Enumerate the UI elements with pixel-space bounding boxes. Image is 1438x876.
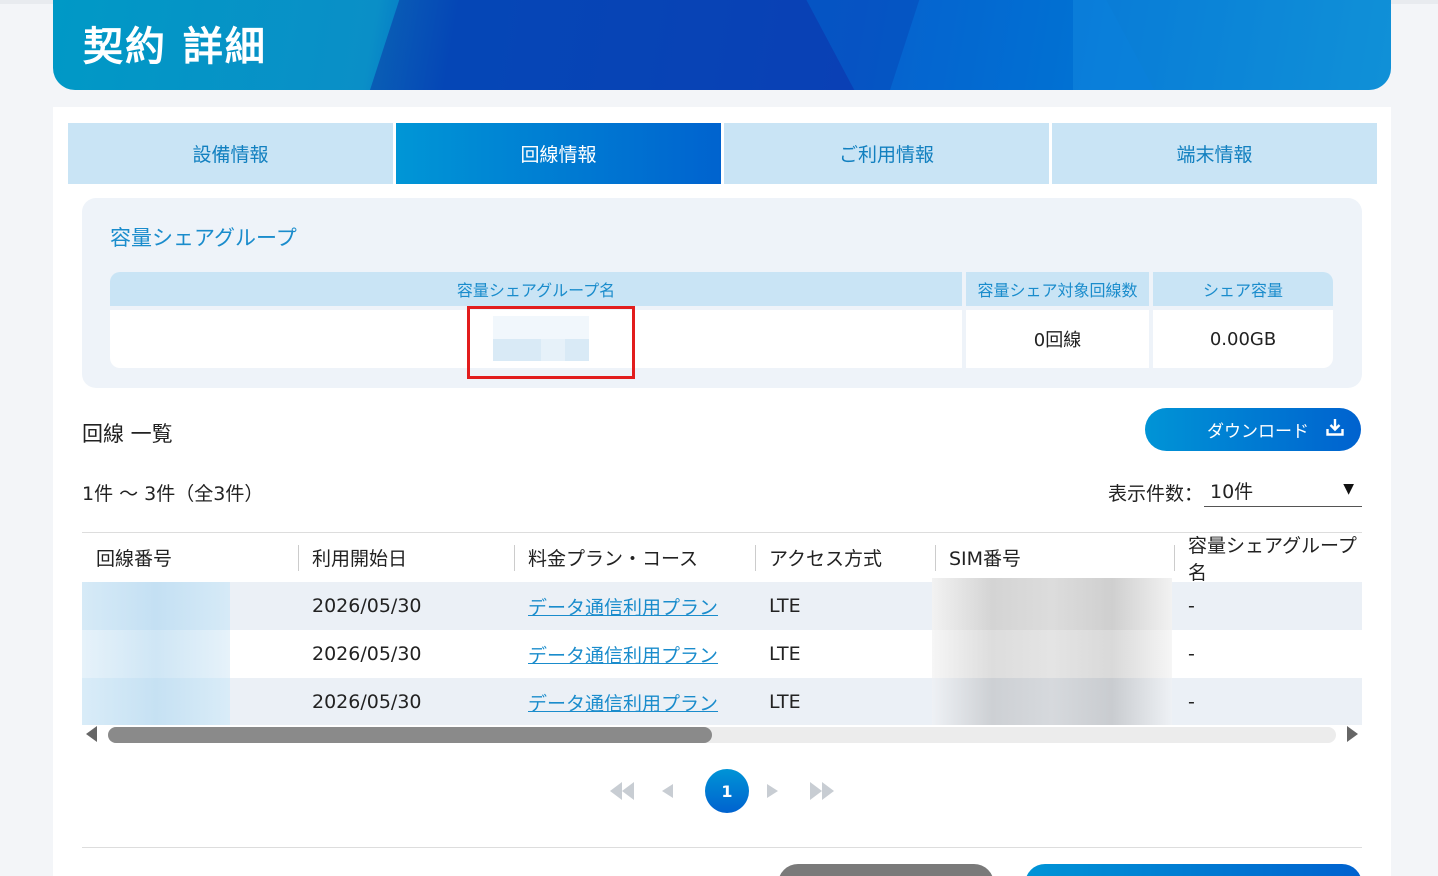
per-page-label: 表示件数： — [1108, 483, 1204, 505]
next-page-icon[interactable] — [766, 780, 780, 807]
share-value-lines: 0回線 — [966, 310, 1149, 368]
tab-device-info[interactable]: 端末情報 — [1052, 123, 1377, 184]
tab-equipment-info[interactable]: 設備情報 — [68, 123, 393, 184]
line-list-title: 回線 一覧 — [82, 422, 173, 446]
column-header: 料金プラン・コース — [514, 533, 755, 582]
dropdown-arrow-icon: ▼ — [1343, 481, 1354, 497]
column-header: SIM番号 — [935, 533, 1174, 582]
scroll-right-arrow-icon[interactable] — [1347, 726, 1358, 742]
banner-decoration — [1073, 0, 1391, 90]
download-button[interactable]: ダウンロード — [1145, 408, 1361, 451]
start-date: 2026/05/30 — [312, 691, 422, 713]
redacted-sim-number — [932, 630, 1172, 678]
share-group-title: 容量シェアグループ — [110, 226, 297, 250]
share-group-section: 容量シェアグループ 容量シェアグループ名 容量シェア対象回線数 シェア容量 0回… — [82, 198, 1362, 388]
page-header-banner: 契約 詳細 — [53, 0, 1391, 90]
share-group-name: - — [1188, 691, 1195, 713]
redacted-line-number — [82, 582, 230, 630]
column-header: 容量シェアグループ名 — [1174, 533, 1362, 584]
download-icon — [1325, 417, 1345, 442]
plan-link[interactable]: データ通信利用プラン — [528, 689, 718, 716]
column-header: 利用開始日 — [298, 533, 514, 582]
scroll-left-arrow-icon[interactable] — [86, 726, 97, 742]
pagination: 1 — [598, 768, 848, 814]
content-panel: 設備情報 回線情報 ご利用情報 端末情報 容量シェアグループ 容量シェアグループ… — [53, 107, 1391, 876]
plan-link[interactable]: データ通信利用プラン — [528, 641, 718, 668]
tab-bar: 設備情報 回線情報 ご利用情報 端末情報 — [68, 123, 1377, 184]
plan-cell: データ通信利用プラン — [528, 678, 718, 725]
line-list-table: 回線番号 利用開始日 料金プラン・コース アクセス方式 SIM番号 容量シェアグ… — [82, 533, 1362, 725]
first-page-icon[interactable] — [608, 780, 636, 807]
page-title: 契約 詳細 — [83, 24, 267, 70]
access-type: LTE — [769, 643, 801, 665]
redacted-line-number — [82, 630, 230, 678]
prev-page-icon[interactable] — [660, 780, 674, 807]
column-header: アクセス方式 — [755, 533, 935, 582]
current-page[interactable]: 1 — [705, 769, 749, 813]
share-header-capacity: シェア容量 — [1153, 272, 1333, 306]
tab-usage-info[interactable]: ご利用情報 — [724, 123, 1049, 184]
table-row[interactable]: 2026/05/30 データ通信利用プラン LTE - — [82, 678, 1362, 725]
column-header: 回線番号 — [96, 548, 173, 570]
highlight-box — [467, 306, 635, 379]
horizontal-scrollbar[interactable] — [82, 725, 1362, 745]
primary-action-button[interactable] — [1025, 864, 1362, 876]
redacted-sim-number — [932, 678, 1172, 725]
plan-link[interactable]: データ通信利用プラン — [528, 593, 718, 620]
back-button[interactable] — [778, 864, 994, 876]
table-row[interactable]: 2026/05/30 データ通信利用プラン LTE - — [82, 630, 1362, 678]
download-label: ダウンロード — [1207, 422, 1309, 442]
access-type: LTE — [769, 595, 801, 617]
redacted-sim-number — [932, 578, 1172, 630]
start-date: 2026/05/30 — [312, 595, 422, 617]
divider — [82, 847, 1362, 848]
table-row[interactable]: 2026/05/30 データ通信利用プラン LTE - — [82, 578, 1362, 630]
scrollbar-thumb[interactable] — [108, 727, 712, 743]
start-date: 2026/05/30 — [312, 643, 422, 665]
share-header-lines: 容量シェア対象回線数 — [966, 272, 1149, 306]
share-group-name: - — [1188, 643, 1195, 665]
plan-cell: データ通信利用プラン — [528, 582, 718, 630]
per-page-select[interactable]: 10件 ▼ — [1204, 475, 1362, 507]
share-group-name: - — [1188, 595, 1195, 617]
plan-cell: データ通信利用プラン — [528, 630, 718, 678]
last-page-icon[interactable] — [808, 780, 836, 807]
per-page-value: 10件 — [1210, 481, 1254, 503]
redacted-line-number — [82, 678, 230, 725]
share-value-capacity: 0.00GB — [1153, 310, 1333, 368]
result-count: 1件 〜 3件（全3件） — [82, 483, 264, 505]
access-type: LTE — [769, 691, 801, 713]
tab-line-info[interactable]: 回線情報 — [396, 123, 721, 184]
share-header-name: 容量シェアグループ名 — [110, 272, 962, 306]
